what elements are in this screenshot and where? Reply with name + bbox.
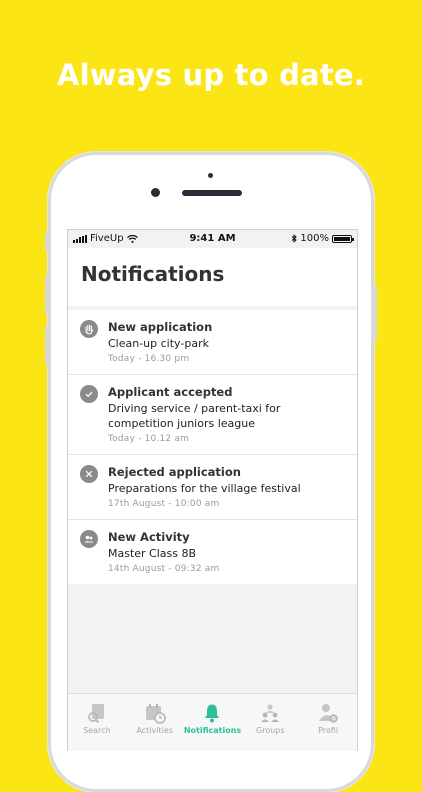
notification-description: Clean-up city-park xyxy=(108,337,209,350)
notification-item[interactable]: New application Clean-up city-park Today… xyxy=(68,310,357,375)
group-icon xyxy=(80,530,98,548)
notification-description: Driving service / parent-taxi for compet… xyxy=(108,402,281,430)
notification-item[interactable]: New Activity Master Class 8B 14th August… xyxy=(68,520,357,584)
notification-title: Rejected application xyxy=(108,465,241,479)
calendar-clock-icon xyxy=(145,704,166,724)
notification-item[interactable]: Rejected application Preparations for th… xyxy=(68,455,357,520)
close-icon xyxy=(80,465,98,483)
bell-icon xyxy=(205,704,220,723)
earpiece-speaker xyxy=(182,190,242,196)
notification-item[interactable]: Applicant accepted Driving service / par… xyxy=(68,375,357,455)
tab-label: Profil xyxy=(318,726,339,735)
volume-up-button xyxy=(45,275,49,315)
search-doc-icon xyxy=(88,704,104,724)
power-button xyxy=(373,285,377,340)
status-bar: FiveUp 9:41 AM 100% xyxy=(68,230,357,248)
mute-switch xyxy=(45,232,49,252)
notification-time: Today - 16.30 pm xyxy=(108,354,190,364)
tab-label: Search xyxy=(83,726,111,735)
tab-label: Activities xyxy=(136,726,173,735)
notification-time: 17th August - 10:00 am xyxy=(108,499,220,509)
tab-label: Notifications xyxy=(183,726,242,735)
bluetooth-icon xyxy=(292,234,298,243)
page-title: Notifications xyxy=(81,262,225,286)
check-icon xyxy=(80,385,98,403)
groups-icon xyxy=(261,704,280,722)
profile-gear-icon xyxy=(319,704,338,723)
battery-percent: 100% xyxy=(300,233,329,244)
notification-description: Preparations for the village festival xyxy=(108,482,301,495)
tab-label: Groups xyxy=(256,726,285,735)
tab-notifications[interactable]: Notifications xyxy=(184,694,242,751)
notification-title: New application xyxy=(108,320,213,334)
tab-activities[interactable]: Activities xyxy=(126,694,184,751)
headline: Always up to date. xyxy=(57,58,365,92)
volume-down-button xyxy=(45,325,49,365)
notification-list: New application Clean-up city-park Today… xyxy=(68,310,357,584)
notification-time: 14th August - 09:32 am xyxy=(108,564,220,574)
tab-profil[interactable]: Profil xyxy=(299,694,357,751)
tab-bar: Search Activities Notifications Groups P… xyxy=(68,693,357,751)
notification-time: Today - 10.12 am xyxy=(108,434,190,444)
tab-groups[interactable]: Groups xyxy=(241,694,299,751)
notification-title: Applicant accepted xyxy=(108,385,233,399)
title-bar: Notifications xyxy=(68,248,357,306)
notification-title: New Activity xyxy=(108,530,190,544)
proximity-sensor xyxy=(208,173,213,178)
front-camera xyxy=(151,188,160,197)
phone-screen: FiveUp 9:41 AM 100% Notifications New ap… xyxy=(67,229,358,751)
hand-icon xyxy=(80,320,98,338)
tab-search[interactable]: Search xyxy=(68,694,126,751)
battery-icon xyxy=(332,234,354,243)
notification-description: Master Class 8B xyxy=(108,547,197,560)
